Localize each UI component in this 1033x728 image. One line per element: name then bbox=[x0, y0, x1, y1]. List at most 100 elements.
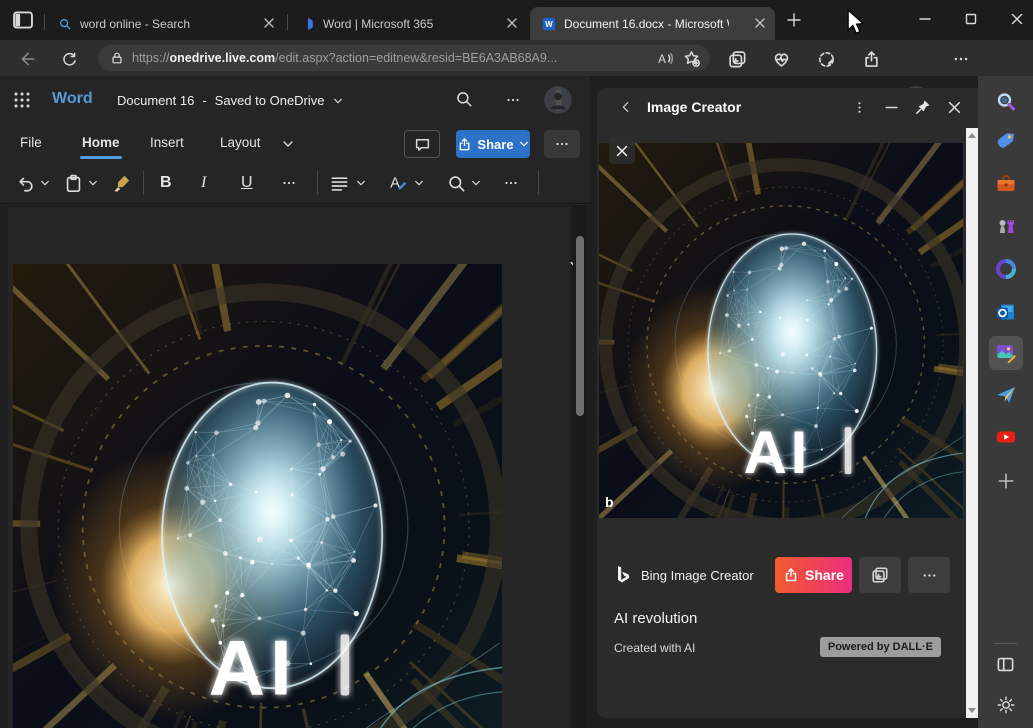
vertical-scrollbar[interactable] bbox=[573, 205, 586, 728]
svg-text:W: W bbox=[545, 20, 553, 29]
sidebar-m365-icon[interactable] bbox=[989, 252, 1023, 286]
scroll-up-icon[interactable] bbox=[968, 133, 976, 138]
format-painter-icon[interactable] bbox=[112, 171, 131, 195]
bing-logo-icon bbox=[614, 565, 632, 585]
sidebar-divider bbox=[994, 643, 1017, 644]
maximize-button[interactable] bbox=[948, 0, 994, 38]
font-color-chevron-icon[interactable] bbox=[414, 171, 424, 195]
account-avatar[interactable] bbox=[543, 85, 573, 118]
generated-image[interactable]: AI bbox=[599, 143, 963, 518]
favorite-add-icon[interactable] bbox=[683, 50, 700, 67]
search-icon[interactable] bbox=[455, 90, 473, 111]
share-button[interactable]: Share bbox=[456, 130, 530, 158]
brand-label: Bing Image Creator bbox=[641, 568, 754, 583]
sidebar-search-icon[interactable] bbox=[989, 85, 1023, 119]
sidebar-add-icon[interactable] bbox=[989, 464, 1023, 498]
paste-chevron-icon[interactable] bbox=[88, 171, 98, 195]
ribbon-tabs-chevron-icon[interactable] bbox=[282, 138, 294, 153]
find-icon[interactable] bbox=[447, 171, 466, 195]
align-icon[interactable] bbox=[330, 171, 349, 195]
created-with-label: Created with AI bbox=[614, 641, 695, 655]
paste-icon[interactable] bbox=[64, 171, 83, 195]
tab-home[interactable]: Home bbox=[80, 132, 122, 153]
saved-status: Saved to OneDrive bbox=[215, 93, 325, 108]
sidebar-image-creator-icon[interactable] bbox=[989, 336, 1023, 370]
tab-file[interactable]: File bbox=[18, 132, 44, 153]
panel-pin-icon[interactable] bbox=[915, 99, 931, 115]
align-chevron-icon[interactable] bbox=[356, 171, 366, 195]
panel-header: Image Creator bbox=[597, 88, 978, 126]
search-icon bbox=[58, 17, 72, 31]
tab-layout[interactable]: Layout bbox=[218, 132, 263, 153]
browser-essentials-icon[interactable] bbox=[770, 48, 792, 70]
share-icon[interactable] bbox=[860, 48, 882, 70]
workspaces-icon[interactable] bbox=[12, 9, 34, 34]
sidebar-shopping-icon[interactable] bbox=[989, 124, 1023, 158]
sidebar-drop-icon[interactable] bbox=[989, 378, 1023, 412]
undo-icon[interactable] bbox=[16, 171, 35, 195]
chevron-down-icon bbox=[333, 96, 343, 106]
minimize-button[interactable] bbox=[902, 0, 948, 38]
panel-back-icon[interactable] bbox=[619, 100, 633, 114]
new-tab-button[interactable] bbox=[786, 12, 802, 31]
image-close-button[interactable] bbox=[609, 138, 635, 164]
save-to-collections-button[interactable] bbox=[859, 557, 901, 593]
tab-m365[interactable]: Word | Microsoft 365 bbox=[289, 7, 527, 40]
sidebar-youtube-icon[interactable] bbox=[989, 420, 1023, 454]
tab-label: word online - Search bbox=[80, 17, 190, 31]
bold-button[interactable]: B bbox=[160, 171, 172, 195]
word-logo[interactable]: Word bbox=[52, 90, 93, 108]
tab-close-icon[interactable] bbox=[755, 17, 765, 31]
document-canvas[interactable]: AI bbox=[0, 205, 590, 728]
comments-button[interactable] bbox=[404, 130, 440, 158]
sidebar-outlook-icon[interactable] bbox=[989, 295, 1023, 329]
font-color-icon[interactable]: A bbox=[388, 171, 408, 195]
word-app: Word Document 16 - Saved to OneDrive Fil… bbox=[0, 76, 590, 728]
document-image[interactable]: AI bbox=[13, 264, 502, 728]
url-bar[interactable]: https://onedrive.live.com/edit.aspx?acti… bbox=[98, 45, 710, 71]
read-aloud-icon[interactable]: A bbox=[656, 50, 673, 67]
tab-bar: word online - Search Word | Microsoft 36… bbox=[0, 0, 1033, 40]
web-capture-icon[interactable] bbox=[815, 48, 837, 70]
image-ai-text: AI bbox=[209, 623, 297, 711]
undo-chevron-icon[interactable] bbox=[40, 171, 50, 195]
find-chevron-icon[interactable] bbox=[471, 171, 481, 195]
app-launcher-icon[interactable] bbox=[13, 91, 31, 112]
panel-scrollbar[interactable] bbox=[966, 128, 978, 718]
panel-close-icon[interactable] bbox=[947, 100, 962, 115]
ribbon-tabs: File Home Insert Layout Share bbox=[0, 124, 590, 162]
font-more-icon[interactable] bbox=[281, 171, 297, 195]
refresh-icon[interactable] bbox=[58, 48, 80, 70]
sidebar-tools-icon[interactable] bbox=[989, 167, 1023, 201]
panel-share-button[interactable]: Share bbox=[775, 557, 852, 593]
close-window-button[interactable] bbox=[994, 0, 1033, 38]
image-ai-text: AI bbox=[744, 419, 812, 486]
sidebar-games-icon[interactable] bbox=[989, 209, 1023, 243]
powered-by-badge: Powered by DALL·E bbox=[820, 637, 941, 657]
collections-icon[interactable] bbox=[726, 48, 748, 70]
mouse-cursor bbox=[846, 9, 866, 35]
panel-minimize-icon[interactable] bbox=[884, 100, 899, 115]
toolbar-more-icon[interactable] bbox=[503, 171, 519, 195]
more-icon[interactable] bbox=[950, 48, 972, 70]
more-icon[interactable] bbox=[505, 92, 521, 111]
tab-insert[interactable]: Insert bbox=[148, 132, 186, 153]
ribbon-more-button[interactable] bbox=[544, 130, 580, 158]
sidebar-settings-icon[interactable] bbox=[989, 688, 1023, 722]
vertical-scrollbar-thumb[interactable] bbox=[576, 236, 584, 416]
document-title[interactable]: Document 16 - Saved to OneDrive bbox=[117, 93, 343, 108]
back-icon[interactable] bbox=[16, 48, 38, 70]
tab-search[interactable]: word online - Search bbox=[46, 7, 284, 40]
tab-close-icon[interactable] bbox=[507, 17, 517, 31]
underline-button[interactable]: U bbox=[241, 171, 253, 195]
tab-close-icon[interactable] bbox=[264, 17, 274, 31]
panel-more-button[interactable] bbox=[908, 557, 950, 593]
tab-document[interactable]: W Document 16.docx - Microsoft W bbox=[530, 7, 775, 40]
m365-icon bbox=[301, 17, 315, 31]
scroll-down-icon[interactable] bbox=[968, 708, 976, 713]
italic-button[interactable]: I bbox=[201, 171, 206, 195]
more-icon bbox=[921, 567, 938, 584]
sidebar-panel-toggle-icon[interactable] bbox=[989, 647, 1023, 681]
panel-kebab-icon[interactable] bbox=[852, 100, 867, 115]
collections-add-icon bbox=[871, 566, 889, 584]
